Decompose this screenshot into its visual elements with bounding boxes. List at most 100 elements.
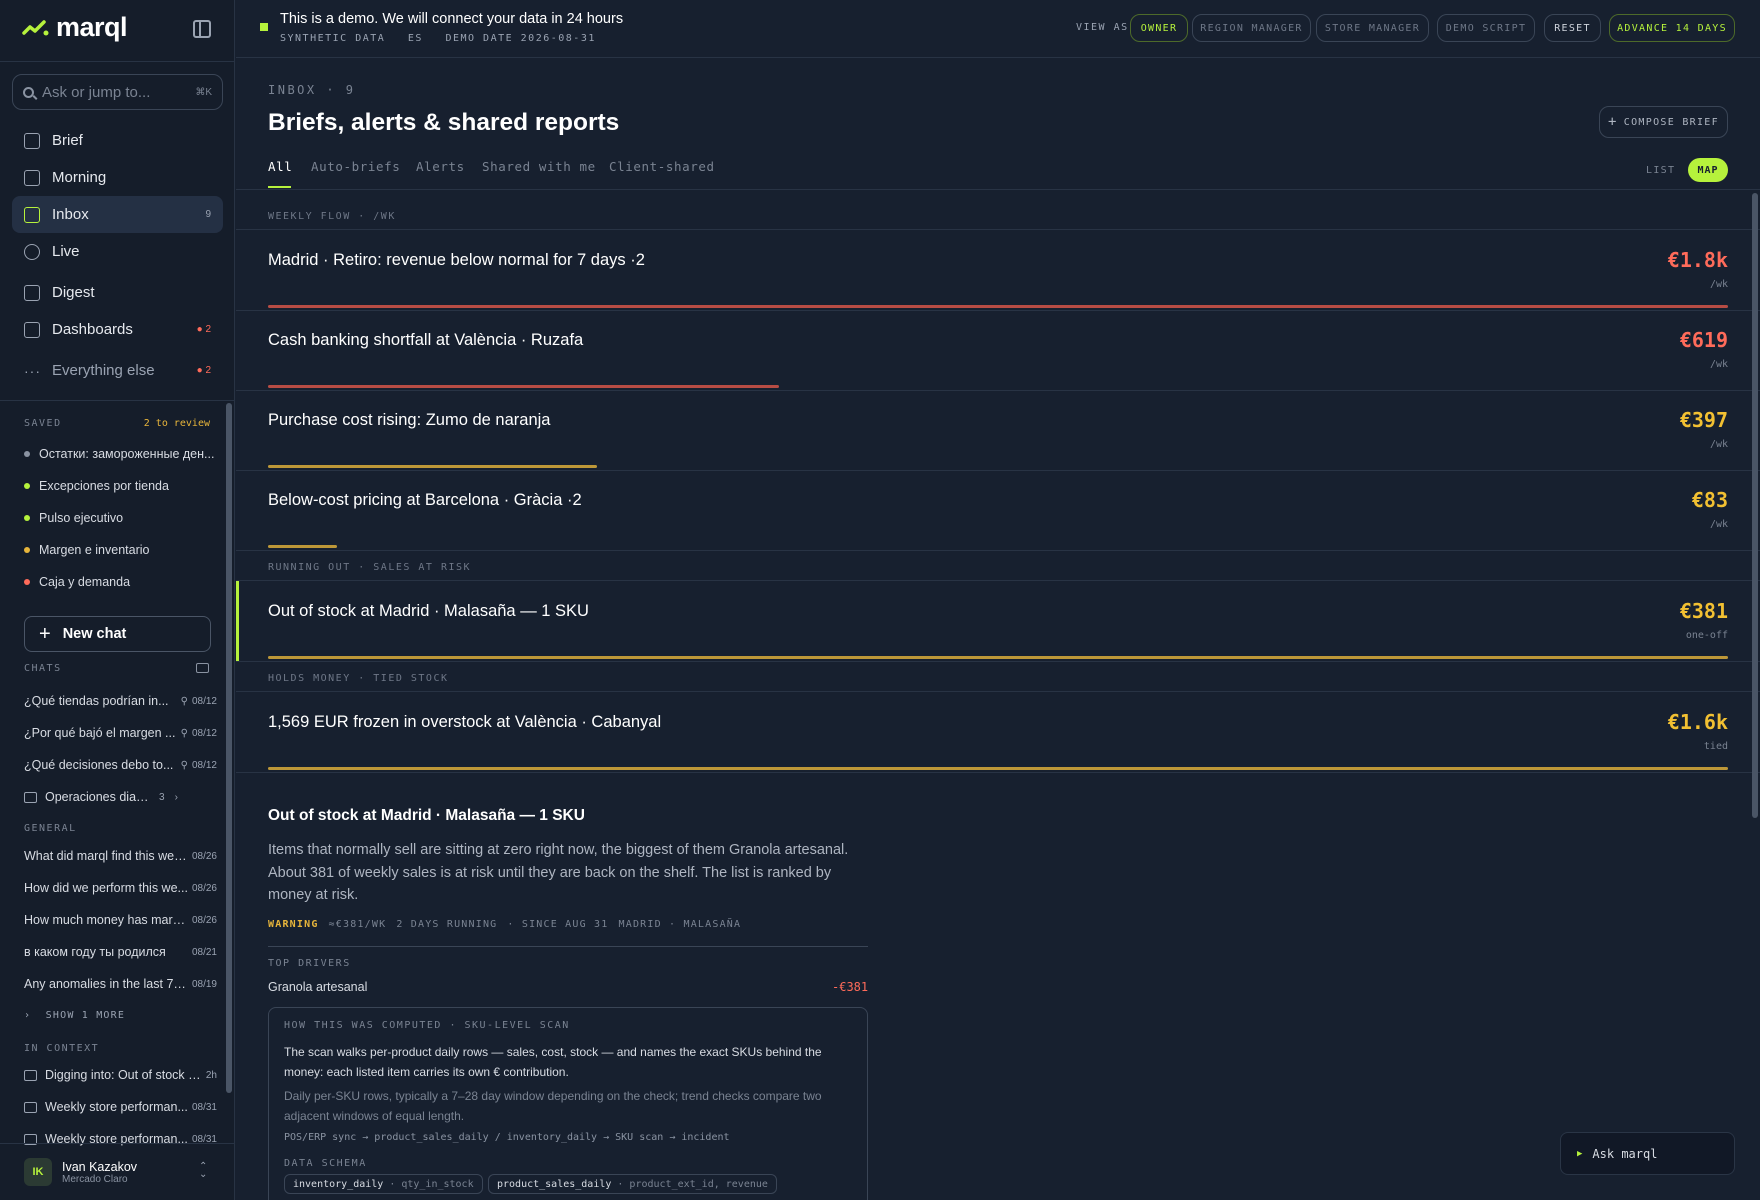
saved-item-label: Pulso ejecutivo [39, 511, 124, 525]
chat-item[interactable]: How did we perform this we... 08/26 [24, 881, 217, 895]
chat-item[interactable]: Any anomalies in the last 7 d... 08/19 [24, 977, 217, 991]
chat-item[interactable]: в каком году ты родился 08/21 [24, 945, 217, 959]
chat-icon [24, 1069, 37, 1081]
alert-row[interactable]: Purchase cost rising: Zumo de naranja €39… [236, 390, 1760, 470]
chat-folder[interactable]: Operaciones diar... 3 › [24, 790, 217, 804]
chat-item[interactable]: How much money has marql ... 08/26 [24, 913, 217, 927]
play-icon: ▶ [1577, 1148, 1583, 1159]
ask-marql-button[interactable]: ▶ Ask marql [1560, 1132, 1735, 1175]
new-chat-label: New chat [62, 626, 127, 642]
alert-unit: /wk [1709, 279, 1728, 290]
sidebar-toggle-icon[interactable] [193, 20, 211, 38]
alert-value: €381 [1679, 599, 1728, 623]
folder-count: 3 [159, 791, 165, 803]
saved-review-link[interactable]: 2 to review [144, 418, 210, 429]
chat-date: 08/21 [191, 946, 217, 958]
chat-item[interactable]: Digging into: Out of stock a... 2h [24, 1068, 217, 1082]
saved-item[interactable]: Остатки: замороженные ден... [24, 447, 214, 461]
saved-item-label: Excepciones por tienda [39, 479, 169, 493]
logo[interactable]: marql [22, 12, 128, 43]
chat-item[interactable]: Weekly store performan... 08/31 [24, 1100, 217, 1114]
alert-row[interactable]: Out of stock at Madrid · Malasaña — 1 SK… [236, 581, 1760, 661]
tab-auto-briefs[interactable]: Auto-briefs [311, 159, 400, 174]
role-region-manager-button[interactable]: REGION MANAGER [1192, 14, 1311, 42]
sidebar-scrollbar[interactable] [226, 403, 232, 1093]
nav-item-digest[interactable]: Digest [12, 274, 223, 311]
divider [0, 400, 235, 401]
status-dot [24, 483, 30, 489]
view-map-toggle[interactable]: MAP [1688, 158, 1728, 182]
demo-script-button[interactable]: DEMO SCRIPT [1437, 14, 1535, 42]
tab-alerts[interactable]: Alerts [416, 159, 465, 174]
advance-days-button[interactable]: ADVANCE 14 DAYS [1609, 14, 1735, 42]
alert-unit: tied [1703, 741, 1728, 752]
driver-name[interactable]: Granola artesanal [268, 980, 367, 994]
role-store-manager-button[interactable]: STORE MANAGER [1316, 14, 1429, 42]
role-owner-button[interactable]: OWNER [1130, 14, 1188, 42]
alert-row[interactable]: Madrid · Retiro: revenue below normal fo… [236, 230, 1760, 310]
reset-button[interactable]: RESET [1544, 14, 1601, 42]
nav-badge: ● 2 [196, 365, 211, 376]
new-chat-button[interactable]: + New chat [24, 616, 211, 652]
document-icon [24, 132, 40, 149]
alert-unit: /wk [1709, 439, 1728, 450]
chat-date: 08/19 [191, 978, 217, 990]
search-input[interactable] [42, 83, 188, 101]
saved-item[interactable]: Excepciones por tienda [24, 479, 214, 493]
schema-chip[interactable]: inventory_daily · qty_in_stock [284, 1174, 483, 1194]
selected-indicator [236, 581, 239, 661]
compose-label: COMPOSE BRIEF [1623, 116, 1719, 128]
meta-running: 2 DAYS RUNNING [396, 919, 498, 930]
top-drivers-header: TOP DRIVERS [268, 958, 351, 969]
compose-brief-button[interactable]: + COMPOSE BRIEF [1599, 106, 1728, 138]
tab-shared-with-me[interactable]: Shared with me [482, 159, 596, 174]
alert-row[interactable]: Below-cost pricing at Barcelona · Gràcia… [236, 470, 1760, 550]
chat-item[interactable]: ¿Qué decisiones debo to... ⚲ 08/12 [24, 758, 217, 772]
nav-item-live[interactable]: Live [12, 233, 223, 270]
search-box[interactable]: ⌘K [12, 74, 223, 110]
alert-unit: /wk [1709, 359, 1728, 370]
chat-icon [24, 1101, 37, 1113]
saved-item-label: Остатки: замороженные ден... [39, 447, 214, 461]
main-scrollbar[interactable] [1752, 193, 1758, 818]
chat-item[interactable]: ¿Por qué bajó el margen ... ⚲ 08/12 [24, 726, 217, 740]
nav-count: 9 [205, 209, 211, 220]
alert-title: Below-cost pricing at Barcelona · Gràcia… [268, 491, 582, 509]
status-dot [24, 515, 30, 521]
view-list-toggle[interactable]: LIST [1646, 165, 1675, 176]
impact-bar [268, 305, 1728, 308]
status-dot [24, 547, 30, 553]
nav-item-dashboards[interactable]: Dashboards ● 2 [12, 311, 223, 348]
saved-item[interactable]: Pulso ejecutivo [24, 511, 214, 525]
alert-row[interactable]: 1,569 EUR frozen in overstock at Valènci… [236, 692, 1760, 772]
saved-item[interactable]: Caja y demanda [24, 575, 214, 589]
search-icon [23, 86, 34, 98]
logo-mark-icon [22, 19, 49, 35]
tab-indicator [268, 186, 291, 188]
divider [0, 1143, 235, 1144]
new-folder-icon[interactable] [196, 663, 209, 673]
nav-item-brief[interactable]: Brief [12, 122, 223, 159]
nav-item-everything-else[interactable]: ··· Everything else ● 2 [12, 352, 223, 389]
show-more-button[interactable]: › SHOW 1 MORE [24, 1010, 125, 1021]
alert-value: €1.8k [1667, 248, 1728, 272]
general-header: GENERAL [24, 823, 77, 834]
in-context-header: IN CONTEXT [24, 1043, 100, 1054]
tab-client-shared[interactable]: Client-shared [609, 159, 715, 174]
user-menu[interactable]: IK Ivan Kazakov Mercado Claro [24, 1158, 137, 1186]
sidebar: marql ⌘K Brief Morning Inbox 9 Live D [0, 0, 235, 1200]
schema-chip[interactable]: product_sales_daily · product_ext_id, rev… [488, 1174, 777, 1194]
status-dot [24, 579, 30, 585]
nav-item-inbox[interactable]: Inbox 9 [12, 196, 223, 233]
computation-title: HOW THIS WAS COMPUTED · SKU-LEVEL SCAN [284, 1020, 570, 1031]
chat-item[interactable]: ¿Qué tiendas podrían in... ⚲ 08/12 [24, 694, 217, 708]
chat-item[interactable]: What did marql find this wee... 08/26 [24, 849, 217, 863]
divider [236, 661, 1760, 662]
alert-row[interactable]: Cash banking shortfall at València · Ruz… [236, 310, 1760, 390]
saved-item[interactable]: Margen e inventario [24, 543, 214, 557]
chevron-updown-icon[interactable]: ⌃ ⌄ [199, 1162, 207, 1180]
tab-all[interactable]: All [268, 159, 292, 174]
chats-header: CHATS [24, 663, 62, 674]
nav-item-morning[interactable]: Morning [12, 159, 223, 196]
alert-value: €83 [1691, 488, 1728, 512]
